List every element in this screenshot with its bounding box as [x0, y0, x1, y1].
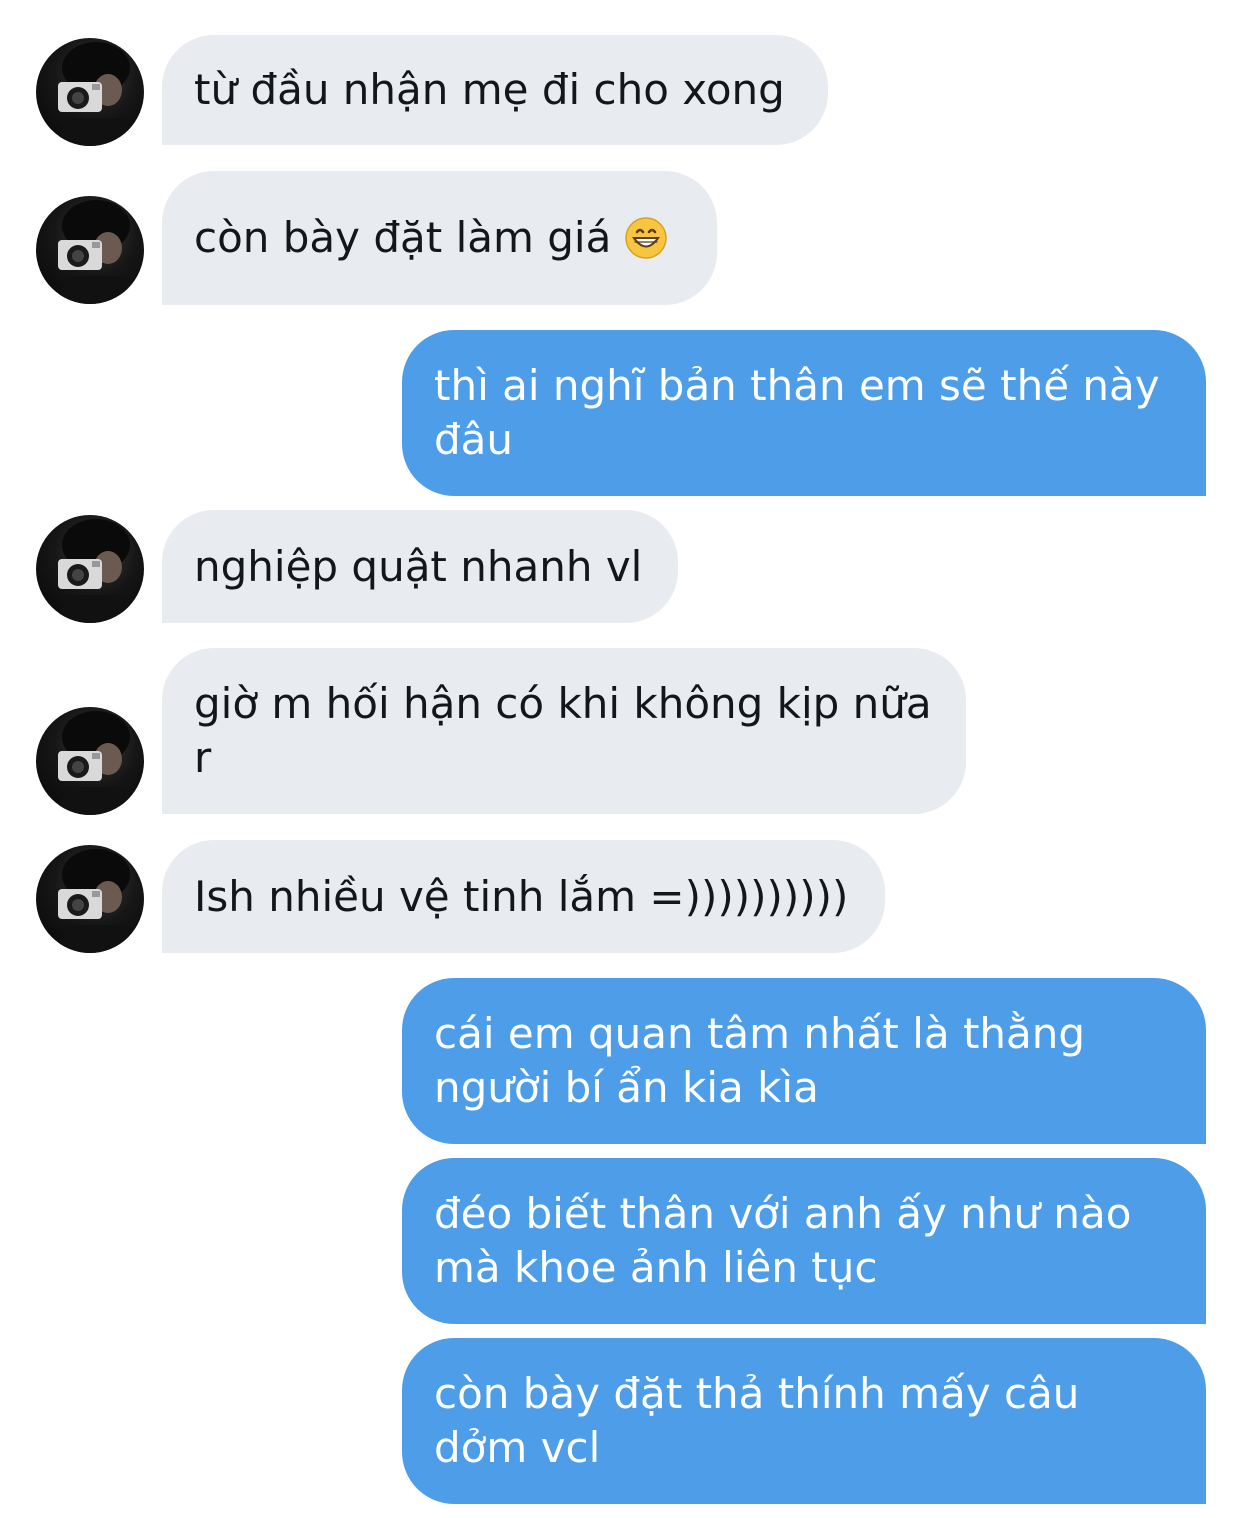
sender-avatar[interactable]	[36, 515, 144, 623]
message-text: đéo biết thân với anh ấy như nào mà khoe…	[434, 1189, 1132, 1292]
sender-avatar[interactable]	[36, 707, 144, 815]
outgoing-message: đéo biết thân với anh ấy như nào mà khoe…	[402, 1158, 1206, 1324]
message-text: Ish nhiều vệ tinh lắm =))))))))))	[194, 871, 849, 921]
outgoing-message: cái em quan tâm nhất là thằng người bí ẩ…	[402, 978, 1206, 1144]
incoming-message: từ đầu nhận mẹ đi cho xong	[162, 35, 828, 145]
message-text: nghiệp quật nhanh vl	[194, 541, 643, 591]
message-text: còn bày đặt làm giá	[194, 213, 612, 262]
outgoing-message: thì ai nghĩ bản thân em sẽ thế này đâu	[402, 330, 1206, 496]
incoming-message: nghiệp quật nhanh vl	[162, 510, 678, 623]
message-text: cái em quan tâm nhất là thằng người bí ẩ…	[434, 1009, 1086, 1112]
message-text: thì ai nghĩ bản thân em sẽ thế này đâu	[434, 361, 1160, 464]
incoming-message: giờ m hối hận có khi không kịp nữa r	[162, 648, 966, 814]
grinning-face-icon	[625, 217, 668, 259]
sender-avatar[interactable]	[36, 38, 144, 146]
message-text: còn bày đặt thả thính mấy câu dởm vcl	[434, 1369, 1080, 1472]
message-text: từ đầu nhận mẹ đi cho xong	[194, 65, 785, 114]
incoming-message: Ish nhiều vệ tinh lắm =))))))))))	[162, 840, 885, 953]
outgoing-message: còn bày đặt thả thính mấy câu dởm vcl	[402, 1338, 1206, 1504]
incoming-message: còn bày đặt làm giá	[162, 171, 717, 305]
message-text: giờ m hối hận có khi không kịp nữa r	[194, 679, 932, 782]
sender-avatar[interactable]	[36, 845, 144, 953]
sender-avatar[interactable]	[36, 196, 144, 304]
